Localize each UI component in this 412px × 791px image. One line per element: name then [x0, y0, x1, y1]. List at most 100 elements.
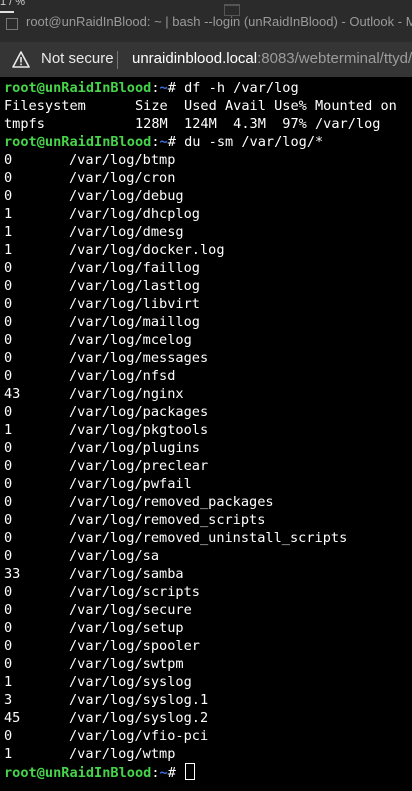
du-size: 0	[4, 530, 13, 546]
address-bar-divider	[117, 51, 118, 69]
warning-triangle-icon[interactable]	[12, 51, 30, 69]
du-path: /var/log/cron	[69, 170, 176, 186]
du-row: 1/var/log/dhcplog	[4, 205, 200, 223]
du-row: 0/var/log/debug	[4, 187, 184, 205]
du-path: /var/log/swtpm	[69, 656, 184, 672]
du-size: 1	[4, 242, 13, 258]
du-size: 0	[4, 494, 13, 510]
du-path: /var/log/vfio-pci	[69, 728, 209, 744]
du-row: 0/var/log/scripts	[4, 583, 200, 601]
command-text: du -sm /var/log/*	[184, 134, 324, 150]
du-size: 1	[4, 746, 13, 762]
du-row: 1/var/log/wtmp	[4, 745, 175, 763]
terminal-cursor[interactable]	[185, 763, 196, 780]
du-path: /var/log/removed_packages	[69, 494, 274, 510]
du-path: /var/log/pkgtools	[69, 422, 209, 438]
df-row: tmpfs 128M 124M 4.3M 97% /var/log	[4, 116, 381, 132]
du-path: /var/log/spooler	[69, 638, 200, 654]
du-path: /var/log/syslog	[69, 674, 192, 690]
du-size: 0	[4, 170, 13, 186]
du-path: /var/log/docker.log	[69, 242, 225, 258]
du-row: 0/var/log/nfsd	[4, 367, 175, 385]
du-path: /var/log/messages	[69, 350, 209, 366]
page-favicon-icon	[6, 18, 18, 30]
prompt-colon: :	[151, 765, 160, 781]
du-size: 1	[4, 674, 13, 690]
security-status-label[interactable]: Not secure	[41, 50, 114, 67]
address-bar[interactable]: Not secure unraidinblood.local:8083/webt…	[0, 42, 412, 77]
du-path: /var/log/syslog.1	[69, 692, 209, 708]
prompt-line: root@unRaidInBlood:~# df -h /var/log	[4, 79, 299, 97]
du-path: /var/log/removed_scripts	[69, 512, 266, 528]
du-row: 1/var/log/dmesg	[4, 223, 184, 241]
du-size: 0	[4, 350, 13, 366]
du-size: 0	[4, 638, 13, 654]
du-path: /var/log/syslog.2	[69, 710, 209, 726]
du-path: /var/log/pwfail	[69, 476, 192, 492]
du-size: 0	[4, 440, 13, 456]
du-row: 0/var/log/lastlog	[4, 277, 200, 295]
du-row: 0/var/log/swtpm	[4, 655, 184, 673]
du-size: 0	[4, 152, 13, 168]
prompt-path: ~	[159, 80, 168, 96]
du-path: /var/log/secure	[69, 602, 192, 618]
url-text[interactable]: unraidinblood.local:8083/webterminal/tty…	[132, 50, 412, 67]
du-size: 0	[4, 656, 13, 672]
prompt-user-host: root@unRaidInBlood	[4, 80, 152, 96]
du-size: 0	[4, 296, 13, 312]
du-size: 0	[4, 476, 13, 492]
du-size: 0	[4, 404, 13, 420]
du-row: 0/var/log/packages	[4, 403, 208, 421]
du-size: 1	[4, 206, 13, 222]
du-path: /var/log/wtmp	[69, 746, 176, 762]
prompt-path: ~	[159, 134, 168, 150]
du-size: 0	[4, 332, 13, 348]
du-path: /var/log/btmp	[69, 152, 176, 168]
du-row: 0/var/log/cron	[4, 169, 175, 187]
df-header: Filesystem Size Used Avail Use% Mounted …	[4, 98, 397, 114]
du-size: 0	[4, 620, 13, 636]
window-title: root@unRaidInBlood: ~ | bash --login (un…	[26, 14, 412, 29]
du-path: /var/log/packages	[69, 404, 209, 420]
du-row: 0/var/log/removed_uninstall_scripts	[4, 529, 347, 547]
du-path: /var/log/nginx	[69, 386, 184, 402]
prompt-colon: :	[151, 134, 160, 150]
du-row: 0/var/log/setup	[4, 619, 184, 637]
du-row: 0/var/log/vfio-pci	[4, 727, 208, 745]
du-size: 0	[4, 584, 13, 600]
window-titlebar: 1 / % root@unRaidInBlood: ~ | bash --log…	[0, 0, 412, 42]
du-row: 0/var/log/removed_scripts	[4, 511, 265, 529]
du-size: 0	[4, 278, 13, 294]
du-row: 0/var/log/faillog	[4, 259, 200, 277]
prompt-path: ~	[159, 765, 168, 781]
prompt-suffix: #	[167, 80, 176, 96]
du-path: /var/log/plugins	[69, 440, 200, 456]
terminal-view[interactable]: root@unRaidInBlood:~# df -h /var/log Fil…	[0, 77, 412, 791]
prompt-user-host: root@unRaidInBlood	[4, 765, 152, 781]
du-row: 33/var/log/samba	[4, 565, 184, 583]
prompt-suffix: #	[167, 134, 176, 150]
du-path: /var/log/debug	[69, 188, 184, 204]
du-size: 1	[4, 224, 13, 240]
du-row: 0/var/log/plugins	[4, 439, 200, 457]
du-path: /var/log/faillog	[69, 260, 200, 276]
du-path: /var/log/dmesg	[69, 224, 184, 240]
du-path: /var/log/scripts	[69, 584, 200, 600]
du-row: 0/var/log/btmp	[4, 151, 175, 169]
du-row: 0/var/log/libvirt	[4, 295, 200, 313]
du-row: 0/var/log/spooler	[4, 637, 200, 655]
du-size: 0	[4, 728, 13, 744]
du-row: 0/var/log/pwfail	[4, 475, 192, 493]
url-host: unraidinblood.local	[132, 50, 258, 67]
du-size: 0	[4, 548, 13, 564]
du-size: 33	[4, 566, 21, 582]
prompt-line[interactable]: root@unRaidInBlood:~#	[4, 763, 196, 781]
du-size: 43	[4, 386, 21, 402]
prompt-line: root@unRaidInBlood:~# du -sm /var/log/*	[4, 133, 323, 151]
du-path: /var/log/libvirt	[69, 296, 200, 312]
du-path: /var/log/samba	[69, 566, 184, 582]
prompt-colon: :	[151, 80, 160, 96]
du-size: 0	[4, 602, 13, 618]
du-size: 0	[4, 512, 13, 528]
du-size: 0	[4, 458, 13, 474]
